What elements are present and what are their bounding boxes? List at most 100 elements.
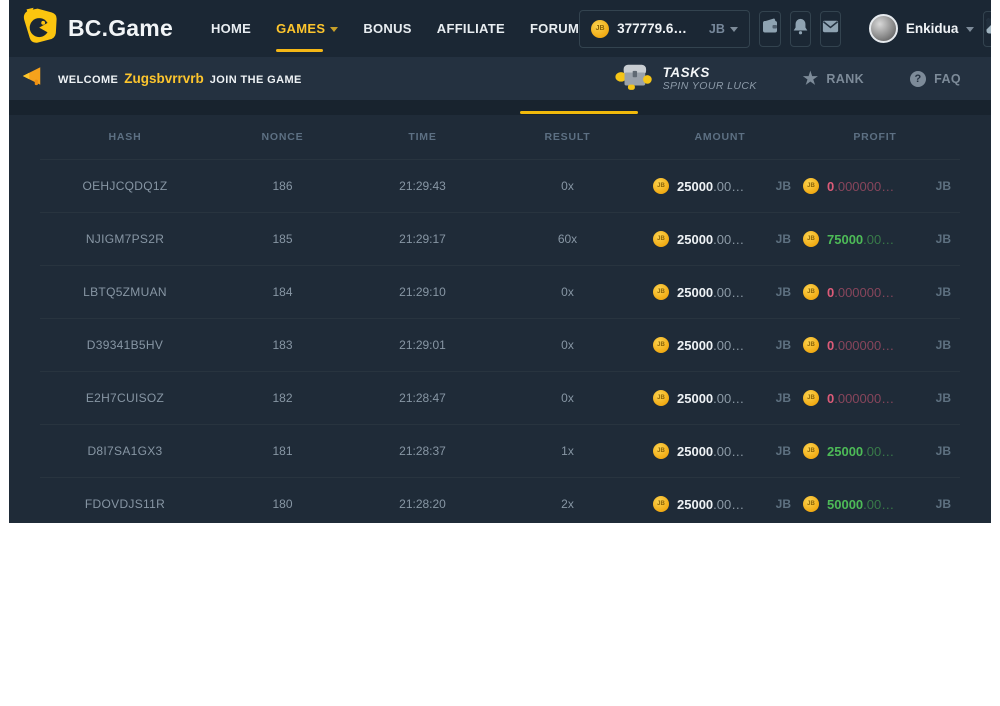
- jb-coin-icon: JB: [653, 231, 669, 247]
- cell-hash: FDOVDJS11R: [40, 497, 210, 511]
- tasks-link[interactable]: TASKS SPIN YOUR LUCK: [615, 60, 757, 97]
- amount-value: 25000.00…: [677, 444, 744, 459]
- cell-time: 21:28:47: [355, 391, 490, 405]
- balance-amount: 377779.6…: [617, 21, 687, 36]
- profit-value: 0.000000…: [827, 391, 894, 406]
- amount-currency: JB: [776, 232, 791, 246]
- cell-nonce: 185: [210, 232, 355, 246]
- cell-amount: JB 25000.00… JB: [645, 178, 795, 194]
- notifications-button[interactable]: [790, 11, 811, 47]
- chevron-down-icon: [966, 27, 974, 32]
- welcome-prefix: WELCOME: [58, 74, 118, 86]
- profit-currency: JB: [936, 285, 951, 299]
- profit-value: 75000.00…: [827, 232, 894, 247]
- col-nonce: NONCE: [210, 131, 355, 143]
- cell-amount: JB 25000.00… JB: [645, 390, 795, 406]
- table-row[interactable]: D39341B5HV 183 21:29:01 0x JB 25000.00… …: [40, 318, 960, 371]
- table-row[interactable]: LBTQ5ZMUAN 184 21:29:10 0x JB 25000.00… …: [40, 265, 960, 318]
- nav-item-games[interactable]: GAMES: [276, 0, 338, 57]
- chat-toggle-button[interactable]: [983, 11, 991, 47]
- welcome-message: WELCOME Zugsbvrrvrb JOIN THE GAME: [58, 71, 302, 86]
- cell-profit: JB 25000.00… JB: [795, 443, 955, 459]
- table-row[interactable]: FDOVDJS11R 180 21:28:20 2x JB 25000.00… …: [40, 477, 960, 523]
- star-icon: ★: [803, 70, 819, 87]
- nav-item-bonus[interactable]: BONUS: [363, 0, 411, 57]
- cell-nonce: 182: [210, 391, 355, 405]
- balance-selector[interactable]: JB 377779.6… JB: [579, 10, 750, 48]
- table-header: HASH NONCE TIME RESULT AMOUNT PROFIT: [40, 115, 960, 159]
- bcgame-logo-icon: [21, 7, 59, 50]
- amount-value: 25000.00…: [677, 285, 744, 300]
- cell-hash: D8I7SA1GX3: [40, 444, 210, 458]
- top-nav: BC.Game HOME GAMES BONUS AFFILIATE FORUM: [9, 0, 991, 57]
- page: BC.Game HOME GAMES BONUS AFFILIATE FORUM: [0, 0, 1000, 706]
- jb-coin-icon: JB: [653, 178, 669, 194]
- profit-value: 25000.00…: [827, 444, 894, 459]
- table-row[interactable]: NJIGM7PS2R 185 21:29:17 60x JB 25000.00……: [40, 212, 960, 265]
- tasks-subtitle: SPIN YOUR LUCK: [663, 80, 757, 92]
- cell-time: 21:29:43: [355, 179, 490, 193]
- profit-value: 0.000000…: [827, 179, 894, 194]
- profit-currency: JB: [936, 338, 951, 352]
- jb-coin-icon: JB: [803, 337, 819, 353]
- chat-icon: [984, 16, 991, 41]
- profit-currency: JB: [936, 444, 951, 458]
- bell-icon: [791, 17, 810, 41]
- cell-time: 21:28:20: [355, 497, 490, 511]
- cell-hash: LBTQ5ZMUAN: [40, 285, 210, 299]
- currency-dropdown[interactable]: JB: [709, 22, 738, 36]
- cell-time: 21:29:01: [355, 338, 490, 352]
- table-row[interactable]: E2H7CUISOZ 182 21:28:47 0x JB 25000.00… …: [40, 371, 960, 424]
- nav-label-affiliate: AFFILIATE: [437, 21, 505, 36]
- jb-coin-icon: JB: [803, 443, 819, 459]
- amount-value: 25000.00…: [677, 391, 744, 406]
- amount-value: 25000.00…: [677, 338, 744, 353]
- col-profit: PROFIT: [795, 131, 955, 143]
- col-time: TIME: [355, 131, 490, 143]
- nav-item-home[interactable]: HOME: [211, 0, 251, 57]
- jb-coin-icon: JB: [653, 390, 669, 406]
- nav-item-forum[interactable]: FORUM: [530, 0, 579, 57]
- jb-coin-icon: JB: [653, 496, 669, 512]
- cell-hash: D39341B5HV: [40, 338, 210, 352]
- nav-item-affiliate[interactable]: AFFILIATE: [437, 0, 505, 57]
- jb-coin-icon: JB: [803, 178, 819, 194]
- currency-label: JB: [709, 22, 725, 36]
- cell-nonce: 181: [210, 444, 355, 458]
- username-label: Enkidua: [906, 21, 959, 36]
- tasks-title: TASKS: [663, 65, 757, 81]
- profit-currency: JB: [936, 179, 951, 193]
- cell-profit: JB 0.000000… JB: [795, 337, 955, 353]
- rank-link[interactable]: ★ RANK: [803, 70, 864, 87]
- welcome-username: Zugsbvrrvrb: [124, 71, 204, 86]
- cell-hash: E2H7CUISOZ: [40, 391, 210, 405]
- table-row[interactable]: D8I7SA1GX3 181 21:28:37 1x JB 25000.00… …: [40, 424, 960, 477]
- wallet-button[interactable]: [759, 11, 781, 47]
- cell-result: 2x: [490, 497, 645, 511]
- messages-button[interactable]: [820, 11, 841, 47]
- jb-coin-icon: JB: [653, 284, 669, 300]
- faq-link[interactable]: ? FAQ: [910, 71, 961, 87]
- cell-nonce: 184: [210, 285, 355, 299]
- profit-currency: JB: [936, 232, 951, 246]
- jb-coin-icon: JB: [803, 284, 819, 300]
- table-row[interactable]: OEHJCQDQ1Z 186 21:29:43 0x JB 25000.00… …: [40, 159, 960, 212]
- tasks-text: TASKS SPIN YOUR LUCK: [663, 65, 757, 93]
- user-menu[interactable]: Enkidua: [869, 14, 975, 43]
- profit-value: 0.000000…: [827, 338, 894, 353]
- cell-nonce: 180: [210, 497, 355, 511]
- logo-wordmark: BC.Game: [68, 15, 173, 42]
- banner-actions: TASKS SPIN YOUR LUCK ★ RANK ? FAQ: [615, 60, 977, 97]
- cell-amount: JB 25000.00… JB: [645, 496, 795, 512]
- col-amount: AMOUNT: [645, 131, 795, 143]
- question-mark-icon: ?: [910, 71, 926, 87]
- cell-profit: JB 50000.00… JB: [795, 496, 955, 512]
- profit-currency: JB: [936, 497, 951, 511]
- cell-result: 0x: [490, 391, 645, 405]
- amount-value: 25000.00…: [677, 232, 744, 247]
- mail-icon: [821, 17, 840, 41]
- col-hash: HASH: [40, 131, 210, 143]
- app-panel: BC.Game HOME GAMES BONUS AFFILIATE FORUM: [9, 0, 991, 523]
- jb-coin-icon: JB: [653, 337, 669, 353]
- bcgame-logo[interactable]: BC.Game: [21, 7, 173, 50]
